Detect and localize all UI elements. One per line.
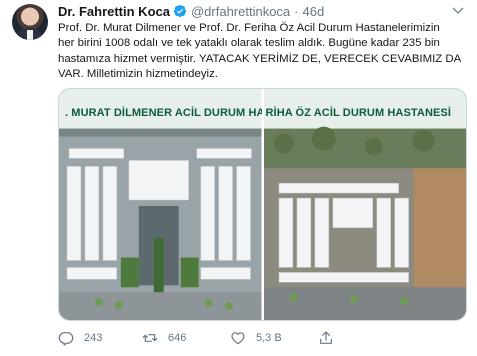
author-handle[interactable]: @drfahrettinkoca [191,4,290,19]
reply-button[interactable]: 243 [58,328,102,348]
like-button[interactable]: 5,3 B [230,328,282,348]
share-button[interactable] [318,328,344,348]
author-name[interactable]: Dr. Fahrettin Koca [58,4,170,19]
hospital-name-banner: RİHA ÖZ ACİL DURUM HASTANESİ [265,107,452,119]
reply-count: 243 [84,332,103,344]
tweet-header: Dr. Fahrettin Koca @drfahrettinkoca · 46… [58,2,324,20]
tweet-media: . MURAT DİLMENER ACİL DURUM HAS RİHA ÖZ … [58,88,467,321]
hospital-aerial-image [263,89,466,320]
heart-icon [231,332,245,345]
share-icon [320,331,332,344]
hospital-photo-right[interactable]: RİHA ÖZ ACİL DURUM HASTANESİ [263,89,466,320]
tweet-text-line: her birini 1008 odalı ve tek yataklı ola… [58,37,440,50]
chevron-down-icon[interactable] [451,6,465,16]
header-separator: · [294,3,299,19]
retweet-icon [142,334,158,342]
like-count: 5,3 B [256,332,282,344]
hospital-name-banner: . MURAT DİLMENER ACİL DURUM HAS [65,107,262,119]
tweet-text-line: VAR. Milletimizin hizmetindeyiz. [58,67,218,80]
tweet-actions: 243 646 5,3 B [58,328,458,348]
avatar-collar [27,30,33,40]
tweet-text-line: Prof. Dr. Murat Dilmener ve Prof. Dr. Fe… [58,22,440,34]
hospital-aerial-image [59,89,262,320]
verified-badge-icon [173,4,187,18]
reply-icon [58,332,74,346]
retweet-button[interactable]: 646 [142,328,186,348]
tweet-timestamp[interactable]: 46d [303,4,325,19]
avatar[interactable] [12,4,48,40]
tweet-text-line: hastamıza hizmet vermiştir. YATACAK YERİ… [58,52,462,65]
tweet: Dr. Fahrettin Koca @drfahrettinkoca · 46… [0,0,477,356]
retweet-count: 646 [168,332,187,344]
tweet-text: Prof. Dr. Murat Dilmener ve Prof. Dr. Fe… [58,21,466,82]
hospital-photo-left[interactable]: . MURAT DİLMENER ACİL DURUM HAS [59,89,262,320]
